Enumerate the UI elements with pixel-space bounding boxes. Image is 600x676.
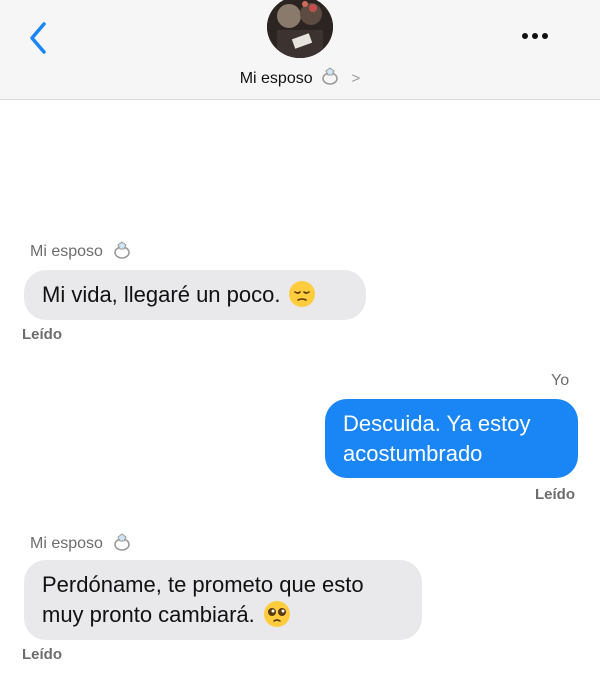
- message-text-line: Perdóname, te prometo que esto: [42, 572, 364, 597]
- read-receipt: Leído: [22, 646, 62, 663]
- read-receipt: Leído: [22, 326, 62, 343]
- contact-name-button[interactable]: Mi esposo >: [0, 66, 600, 91]
- pleading-face-icon: [263, 600, 291, 636]
- sender-name: Mi esposo: [30, 535, 103, 552]
- dot-icon: [542, 33, 548, 39]
- ring-icon: [113, 240, 133, 265]
- message-sender: Mi esposo: [30, 532, 133, 557]
- message-sender: Mi esposo: [30, 240, 133, 265]
- message-text: Mi vida, llegaré un poco.: [42, 282, 281, 307]
- sender-name: Mi esposo: [30, 243, 103, 260]
- ring-icon: [113, 532, 133, 557]
- back-button[interactable]: [24, 18, 54, 58]
- chat-header: Mi esposo >: [0, 0, 600, 100]
- chevron-left-icon: [30, 22, 46, 54]
- dot-icon: [532, 33, 538, 39]
- more-options-button[interactable]: [522, 26, 558, 46]
- contact-avatar[interactable]: [267, 0, 333, 58]
- contact-name: Mi esposo: [239, 70, 313, 87]
- message-text-line: Descuida. Ya estoy: [343, 411, 531, 436]
- incoming-message-bubble[interactable]: Mi vida, llegaré un poco.: [24, 270, 366, 320]
- pensive-face-icon: [288, 280, 316, 316]
- incoming-message-bubble[interactable]: Perdóname, te prometo que esto muy pront…: [24, 560, 422, 640]
- dot-icon: [522, 33, 528, 39]
- avatar-photo: [267, 0, 333, 58]
- message-text-line: muy pronto cambiará.: [42, 602, 255, 627]
- message-text-line: acostumbrado: [343, 441, 483, 466]
- chevron-right-icon: >: [351, 70, 361, 87]
- outgoing-message-bubble[interactable]: Descuida. Ya estoy acostumbrado: [325, 399, 578, 478]
- ring-icon: [321, 66, 341, 91]
- read-receipt: Leído: [535, 486, 575, 503]
- message-sender: Yo: [551, 372, 570, 389]
